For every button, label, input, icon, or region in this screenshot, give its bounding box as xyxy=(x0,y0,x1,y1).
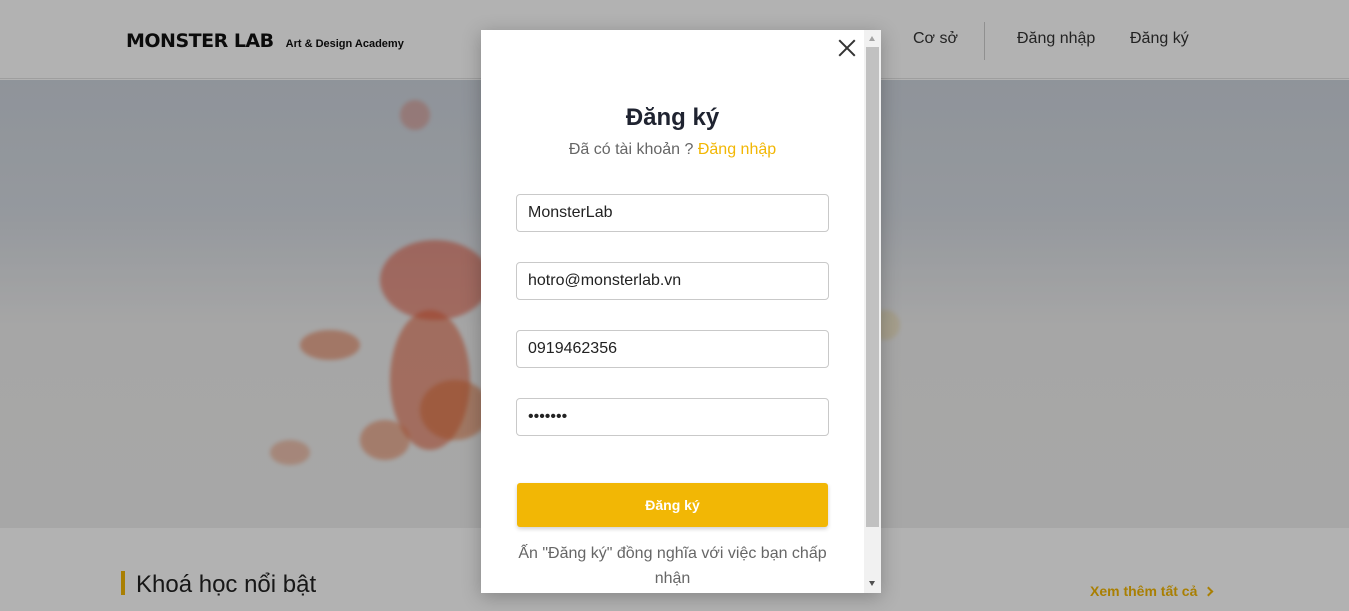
subtitle-text: Đã có tài khoản ? xyxy=(568,141,694,158)
modal-scrollbar[interactable] xyxy=(864,30,881,593)
email-field[interactable] xyxy=(516,262,829,300)
modal-title: Đăng ký xyxy=(625,104,720,131)
terms-text: Ấn "Đăng ký" đồng nghĩa với việc bạn chấ… xyxy=(518,545,827,587)
name-field[interactable] xyxy=(516,194,829,232)
modal-subtitle: Đã có tài khoản ? Đăng nhập xyxy=(481,141,864,159)
scrollbar-thumb[interactable] xyxy=(866,47,879,527)
register-button[interactable]: Đăng ký xyxy=(517,483,828,527)
close-icon[interactable] xyxy=(836,37,858,59)
register-modal: Đăng ký Đã có tài khoản ? Đăng nhập Đăng… xyxy=(481,30,881,593)
phone-field[interactable] xyxy=(516,330,829,368)
scroll-up-arrow-icon[interactable] xyxy=(869,36,875,41)
password-field[interactable] xyxy=(516,398,829,436)
scroll-down-arrow-icon[interactable] xyxy=(869,581,875,586)
login-link[interactable]: Đăng nhập xyxy=(698,141,776,158)
